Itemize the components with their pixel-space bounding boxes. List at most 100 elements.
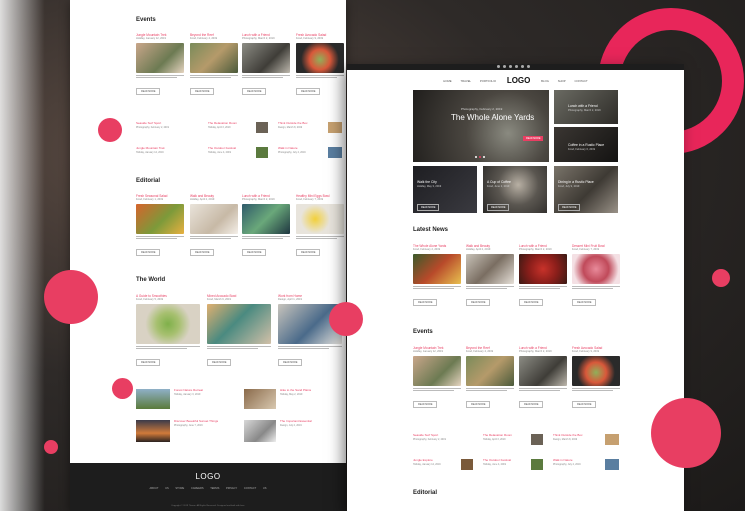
hero-title[interactable]: The Whole Alone Yards: [451, 113, 534, 122]
read-more-button[interactable]: READ MORE: [558, 204, 581, 211]
read-more-button[interactable]: READ MORE: [519, 401, 544, 409]
read-more-button[interactable]: READ MORE: [242, 88, 267, 96]
mini-post[interactable]: The Important Essential Design, July 2, …: [244, 419, 344, 442]
read-more-button[interactable]: READ MORE: [413, 401, 438, 409]
mini-post[interactable]: Walk in Nature Photography, July 2, 2019: [553, 458, 619, 470]
event-card[interactable]: Jungle Mountain Trek Holiday, January 12…: [136, 33, 184, 97]
social-icon[interactable]: [521, 65, 524, 68]
nav-item[interactable]: SHOP: [558, 79, 566, 83]
strip-post[interactable]: Walk the City Holiday, May 3, 2019 READ …: [413, 166, 477, 213]
read-more-button[interactable]: READ MORE: [417, 204, 440, 211]
card-image: [519, 253, 567, 284]
editorial-card[interactable]: Fresh Seasonal Salad Food, February 1, 2…: [136, 194, 184, 258]
read-more-button[interactable]: READ MORE: [296, 88, 321, 96]
mini-post[interactable]: Forest Nature Retreat Holiday, January 3…: [136, 388, 246, 409]
side-post-title[interactable]: Lunch with a Friend: [568, 104, 598, 108]
editorial-card[interactable]: Walk and Beauty Holiday, April 2, 2019 R…: [190, 194, 238, 258]
mini-post[interactable]: Jungle Explore Holiday, January 12, 2019: [413, 458, 477, 470]
footer-links[interactable]: ABOUT US STORE CAREERS TERMS PRIVACY CON…: [70, 487, 346, 490]
mini-post[interactable]: Discover Beautiful Sunset Things Photogr…: [136, 419, 246, 442]
decor-circle: [44, 440, 58, 454]
editorial-card[interactable]: Healthy Mini Eggs Bowl Food, February 7,…: [296, 194, 344, 258]
read-more-button[interactable]: READ MORE: [242, 249, 267, 257]
news-card[interactable]: Lunch with a Friend Photography, March 2…: [519, 244, 567, 308]
mini-post[interactable]: Seaside Surf Sport Photography, February…: [413, 433, 477, 441]
mini-post[interactable]: Jungle Mountain Trek Holiday, January 12…: [136, 146, 200, 154]
nav-item[interactable]: TRAVEL: [460, 79, 471, 83]
mini-post[interactable]: Think Outside the Box Design, March 8, 2…: [553, 433, 619, 445]
social-icon[interactable]: [527, 65, 530, 68]
slider-dots[interactable]: [475, 156, 485, 158]
read-more-button[interactable]: READ MORE: [278, 359, 303, 367]
news-card[interactable]: Walk and Beauty Holiday, April 2, 2019 R…: [466, 244, 514, 308]
read-more-button[interactable]: READ MORE: [136, 88, 161, 96]
event-card[interactable]: Lunch with a Friend Photography, March 2…: [519, 346, 567, 410]
read-more-button[interactable]: READ MORE: [190, 249, 215, 257]
news-card[interactable]: Dessert Mini Fruit Bowl Food, February 7…: [572, 244, 620, 308]
mini-post[interactable]: Hike to the Sand Plains Holiday, May 2, …: [244, 388, 344, 409]
strip-post[interactable]: Dining in a Rustic Place Food, July 9, 2…: [554, 166, 618, 213]
editorial-card[interactable]: Lunch with a Friend Photography, March 2…: [242, 194, 290, 258]
left-page-mockup: Events Jungle Mountain Trek Holiday, Jan…: [70, 0, 346, 511]
card-meta: Food, February 7, 2019: [572, 248, 600, 251]
read-more-button[interactable]: READ MORE: [466, 401, 491, 409]
side-post[interactable]: Coffee in a Rustic Place Food, February …: [554, 127, 618, 162]
mini-post-meta: Photography, February 2, 2019: [136, 125, 169, 129]
side-post[interactable]: Lunch with a Friend Photography, March 2…: [554, 90, 618, 124]
strip-post-meta: Food, July 9, 2019: [558, 185, 580, 188]
world-card[interactable]: A Guide to Smoothies Food, February 5, 2…: [136, 294, 200, 368]
mini-post[interactable]: The Relaxation Room Holiday, April 3, 20…: [483, 433, 547, 445]
hero-read-more-button[interactable]: READ MORE: [523, 136, 544, 141]
world-card[interactable]: Work from Home Design, April 1, 2019 REA…: [278, 294, 342, 368]
footer-logo[interactable]: LOGO: [70, 472, 346, 481]
read-more-button[interactable]: READ MORE: [413, 299, 438, 307]
strip-post-title[interactable]: A Cup of Coffee: [487, 180, 511, 184]
read-more-button[interactable]: READ MORE: [572, 299, 597, 307]
event-card[interactable]: Jungle Mountain Trek Holiday, January 12…: [413, 346, 461, 410]
card-meta: Design, April 1, 2019: [278, 298, 302, 301]
read-more-button[interactable]: READ MORE: [519, 299, 544, 307]
event-card[interactable]: Lunch with a Friend Photography, March 2…: [242, 33, 290, 97]
mini-post-thumb: [605, 434, 619, 445]
read-more-button[interactable]: READ MORE: [136, 249, 161, 257]
read-more-button[interactable]: READ MORE: [190, 88, 215, 96]
side-post-title[interactable]: Coffee in a Rustic Place: [568, 143, 604, 147]
social-icon[interactable]: [503, 65, 506, 68]
mini-post[interactable]: Think Outside the Box Design, March 8, 2…: [278, 121, 344, 133]
social-icon[interactable]: [509, 65, 512, 68]
event-card[interactable]: Fresh Avocado Salad Food, February 9, 20…: [296, 33, 344, 97]
read-more-button[interactable]: READ MORE: [207, 359, 232, 367]
mini-post[interactable]: Walk in Nature Photography, July 2, 2019: [278, 146, 344, 158]
mini-post-meta: Holiday, January 3, 2019: [174, 392, 201, 396]
event-card[interactable]: Fresh Avocado Salad Food, February 9, 20…: [572, 346, 620, 410]
strip-post-title[interactable]: Dining in a Rustic Place: [558, 180, 594, 184]
hero-slider[interactable]: Photography, February 2, 2019 The Whole …: [413, 90, 549, 162]
read-more-button[interactable]: READ MORE: [466, 299, 491, 307]
read-more-button[interactable]: READ MORE: [572, 401, 597, 409]
read-more-button[interactable]: READ MORE: [296, 249, 321, 257]
nav-item[interactable]: HOME: [443, 79, 451, 83]
social-icon[interactable]: [497, 65, 500, 68]
strip-post[interactable]: A Cup of Coffee Food, June 2, 2019 READ …: [483, 166, 547, 213]
card-image: [296, 42, 344, 73]
read-more-button[interactable]: READ MORE: [487, 204, 510, 211]
mini-post[interactable]: The Outdoor Festival Holiday, June 4, 20…: [208, 146, 272, 158]
site-logo[interactable]: LOGO: [507, 76, 531, 85]
nav-item[interactable]: PORTFOLIO: [480, 79, 496, 83]
world-card[interactable]: Mixed Avocado Bowl Food, March 9, 2019 R…: [207, 294, 271, 368]
footer: LOGO ABOUT US STORE CAREERS TERMS PRIVAC…: [70, 463, 346, 511]
card-image: [572, 355, 620, 386]
event-card[interactable]: Beyond the Reef Food, February 4, 2019 R…: [190, 33, 238, 97]
nav-item[interactable]: BLOG: [541, 79, 549, 83]
card-meta: Photography, March 2, 2019: [242, 37, 275, 40]
read-more-button[interactable]: READ MORE: [136, 359, 161, 367]
news-card[interactable]: The Whole Alone Yards Food, February 2, …: [413, 244, 461, 308]
nav-item[interactable]: CONTACT: [574, 79, 587, 83]
mini-post[interactable]: The Outdoor Festival Holiday, June 4, 20…: [483, 458, 547, 470]
mini-post[interactable]: The Relaxation Room Holiday, April 3, 20…: [208, 121, 272, 133]
strip-post-title[interactable]: Walk the City: [417, 180, 437, 184]
social-icon[interactable]: [515, 65, 518, 68]
mini-post[interactable]: Seaside Surf Sport Photography, February…: [136, 121, 200, 129]
event-card[interactable]: Beyond the Reef Food, February 4, 2019 R…: [466, 346, 514, 410]
card-meta: Food, March 9, 2019: [207, 298, 231, 301]
